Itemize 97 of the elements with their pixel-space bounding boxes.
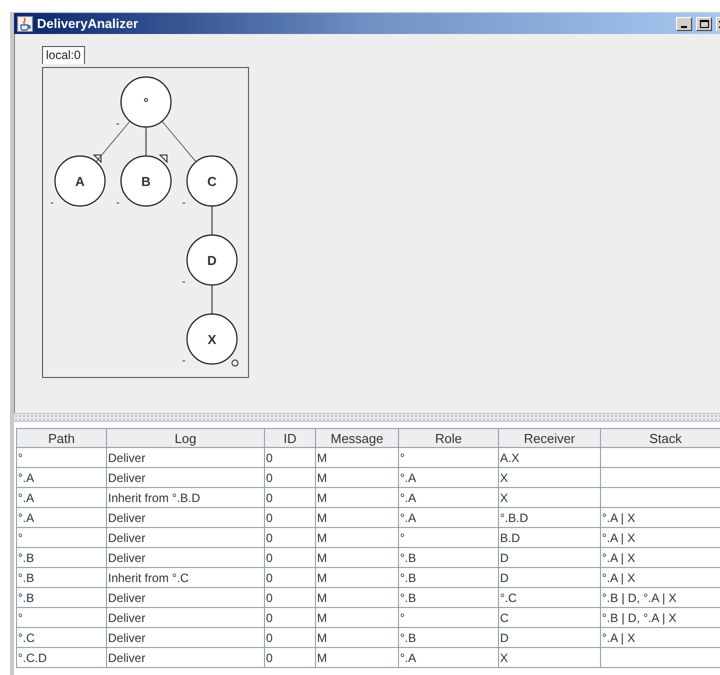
collapse-toggle[interactable]: -	[116, 197, 120, 209]
column-header[interactable]: Message	[316, 428, 398, 448]
table-cell: Deliver	[106, 608, 264, 628]
table-cell: Inherit from °.B.D	[106, 488, 264, 508]
table-cell: Deliver	[106, 508, 264, 528]
table-cell: °	[16, 608, 106, 628]
table-cell: M	[316, 648, 398, 668]
table-cell: A.X	[498, 448, 600, 468]
table-cell: Deliver	[106, 648, 264, 668]
tree-node[interactable]: °	[120, 76, 172, 128]
table-cell: °	[16, 448, 106, 468]
edge-line	[96, 120, 130, 162]
table-cell: D	[498, 548, 600, 568]
edge-line	[211, 206, 213, 235]
table-cell: Inherit from °.C	[106, 568, 264, 588]
table-cell: 0	[264, 608, 316, 628]
table-cell: °.A	[398, 488, 498, 508]
table-cell: X	[498, 648, 600, 668]
tree-node[interactable]: X	[186, 313, 238, 365]
table-cell: X	[498, 468, 600, 488]
table-cell: B.D	[498, 528, 600, 548]
table-cell: M	[316, 608, 398, 628]
collapse-toggle[interactable]: -	[182, 276, 186, 288]
table-cell: °.C	[16, 628, 106, 648]
table-cell: Deliver	[106, 628, 264, 648]
column-header[interactable]: Role	[398, 428, 498, 448]
edge-line	[145, 127, 147, 156]
table-cell: °.B	[398, 588, 498, 608]
tree-node[interactable]: A	[54, 155, 106, 207]
table-cell: Deliver	[106, 528, 264, 548]
collapse-toggle[interactable]: -	[116, 118, 120, 130]
maximize-button[interactable]	[696, 16, 712, 30]
table-cell: Deliver	[106, 468, 264, 488]
table-cell: Deliver	[106, 588, 264, 608]
table-cell: M	[316, 448, 398, 468]
table-cell: °.B.D	[498, 508, 600, 528]
minimize-icon	[681, 26, 687, 28]
column-header[interactable]: ID	[264, 428, 316, 448]
table-cell: M	[316, 508, 398, 528]
table-cell: °	[398, 528, 498, 548]
table-cell: C	[498, 608, 600, 628]
table-cell: °.C	[498, 588, 600, 608]
table-cell: 0	[264, 628, 316, 648]
maximize-icon	[700, 20, 708, 28]
table-cell: M	[316, 568, 398, 588]
table-cell: °.A	[16, 468, 106, 488]
table-cell: M	[316, 588, 398, 608]
table-cell: °.B	[16, 548, 106, 568]
table-cell: 0	[264, 468, 316, 488]
table-cell: °.B	[398, 628, 498, 648]
tree-node[interactable]: C	[186, 155, 238, 207]
table-cell: °	[398, 448, 498, 468]
table-cell: 0	[264, 648, 316, 668]
table-cell: M	[316, 488, 398, 508]
table-cell: M	[316, 628, 398, 648]
table-cell: °.B	[398, 568, 498, 588]
table-cell: °	[398, 608, 498, 628]
column-header[interactable]: Stack	[600, 428, 720, 448]
table-cell: °.B	[16, 588, 106, 608]
table-cell: °.A	[398, 648, 498, 668]
table-cell: 0	[264, 528, 316, 548]
window-title: DeliveryAnalizer	[37, 14, 138, 33]
table-cell: 0	[264, 568, 316, 588]
table-cell: D	[498, 568, 600, 588]
table-cell: D	[498, 628, 600, 648]
table-cell: M	[316, 468, 398, 488]
collapse-toggle[interactable]: -	[50, 197, 54, 209]
table-cell: 0	[264, 548, 316, 568]
graph-tab[interactable]: local:0	[42, 46, 85, 64]
table-cell: 0	[264, 508, 316, 528]
table-cell: °.B	[16, 568, 106, 588]
column-header[interactable]: Receiver	[498, 428, 600, 448]
table-cell: 0	[264, 448, 316, 468]
tree-node[interactable]: B	[120, 155, 172, 207]
table-cell: M	[316, 548, 398, 568]
table-cell: °.A	[16, 488, 106, 508]
table-cell: °	[16, 528, 106, 548]
table-cell: M	[316, 528, 398, 548]
table-cell: 0	[264, 488, 316, 508]
cup-icon	[17, 16, 33, 32]
table-cell: °.A	[398, 468, 498, 488]
column-header[interactable]: Log	[106, 428, 264, 448]
edge-line	[162, 120, 196, 162]
table-cell: °.B	[398, 548, 498, 568]
column-header[interactable]: Path	[16, 428, 106, 448]
table-cell: Deliver	[106, 448, 264, 468]
tree-node[interactable]: D	[186, 234, 238, 286]
minimize-button[interactable]	[676, 16, 692, 30]
table-cell: Deliver	[106, 548, 264, 568]
edge-line	[211, 285, 213, 314]
table-cell: X	[498, 488, 600, 508]
collapse-toggle[interactable]: -	[182, 197, 186, 209]
table-cell: °.C.D	[16, 648, 106, 668]
table-cell: °.A	[398, 508, 498, 528]
table-cell: 0	[264, 588, 316, 608]
table-cell: °.A	[16, 508, 106, 528]
collapse-toggle[interactable]: -	[182, 355, 186, 367]
